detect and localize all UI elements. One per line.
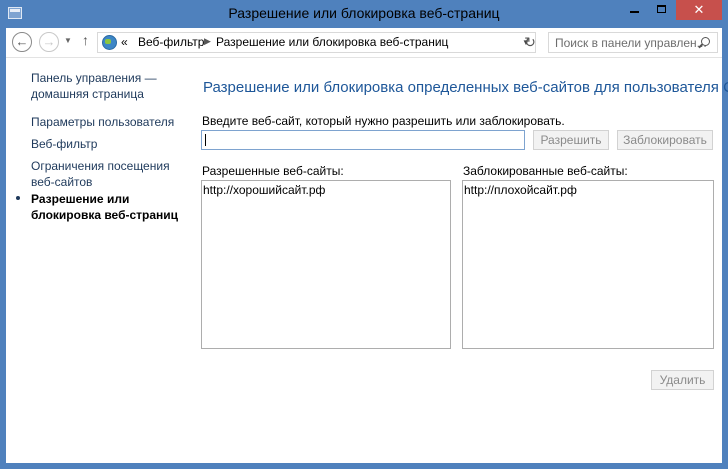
navigation-bar: ← → ▼ ↑ « Веб-фильтр ▶ Разрешение или бл…	[6, 28, 722, 58]
client-area: ← → ▼ ↑ « Веб-фильтр ▶ Разрешение или бл…	[6, 28, 728, 463]
up-level-button[interactable]: ↑	[82, 32, 89, 48]
page-title: Разрешение или блокировка определенных в…	[203, 79, 728, 96]
crumb-overflow[interactable]: «	[121, 35, 128, 49]
sidebar-item-user-settings[interactable]: Параметры пользователя	[31, 114, 174, 130]
text-caret	[205, 134, 206, 146]
close-button[interactable]: ✕	[676, 0, 722, 20]
back-button[interactable]: ←	[12, 32, 32, 52]
address-bar[interactable]: « Веб-фильтр ▶ Разрешение или блокировка…	[97, 32, 536, 53]
window: Разрешение или блокировка веб-страниц ✕ …	[0, 0, 728, 469]
sidebar-item-time-limits[interactable]: Ограничения посещения веб-сайтов	[31, 158, 170, 190]
blocked-sites-label: Заблокированные веб-сайты:	[463, 164, 628, 178]
allow-button[interactable]: Разрешить	[533, 130, 609, 150]
block-button[interactable]: Заблокировать	[617, 130, 713, 150]
list-item[interactable]: http://плохойсайт.рф	[464, 183, 577, 197]
blocked-sites-list[interactable]: http://плохойсайт.рф	[462, 180, 714, 349]
website-input-label: Введите веб-сайт, который нужно разрешит…	[202, 114, 565, 128]
sidebar-item-control-panel-home[interactable]: Панель управления — домашняя страница	[31, 70, 157, 102]
sidebar-item-allow-block-sites: Разрешение или блокировка веб-страниц	[31, 192, 179, 222]
search-icon[interactable]	[701, 37, 710, 46]
delete-button[interactable]: Удалить	[651, 370, 714, 390]
control-panel-icon	[102, 35, 117, 50]
maximize-button[interactable]	[648, 0, 675, 20]
forward-button[interactable]: →	[39, 32, 59, 52]
crumb-web-filter[interactable]: Веб-фильтр	[138, 35, 204, 49]
search-box[interactable]: Поиск в панели управлен...	[548, 32, 718, 53]
crumb-separator-icon[interactable]: ▶	[204, 36, 211, 47]
minimize-button[interactable]	[621, 0, 648, 20]
refresh-button[interactable]: ↻	[520, 32, 540, 53]
website-input[interactable]	[201, 130, 525, 150]
list-item[interactable]: http://хорошийсайт.рф	[203, 183, 325, 197]
crumb-current-page[interactable]: Разрешение или блокировка веб-страниц	[216, 35, 448, 49]
recent-pages-dropdown-icon[interactable]: ▼	[64, 36, 72, 45]
current-page-bullet	[16, 196, 20, 200]
search-placeholder: Поиск в панели управлен...	[555, 36, 707, 50]
allowed-sites-list[interactable]: http://хорошийсайт.рф	[201, 180, 451, 349]
title-bar[interactable]: Разрешение или блокировка веб-страниц ✕	[0, 0, 728, 28]
sidebar-item-web-filter[interactable]: Веб-фильтр	[31, 136, 97, 152]
allowed-sites-label: Разрешенные веб-сайты:	[202, 164, 344, 178]
window-title: Разрешение или блокировка веб-страниц	[228, 5, 500, 21]
